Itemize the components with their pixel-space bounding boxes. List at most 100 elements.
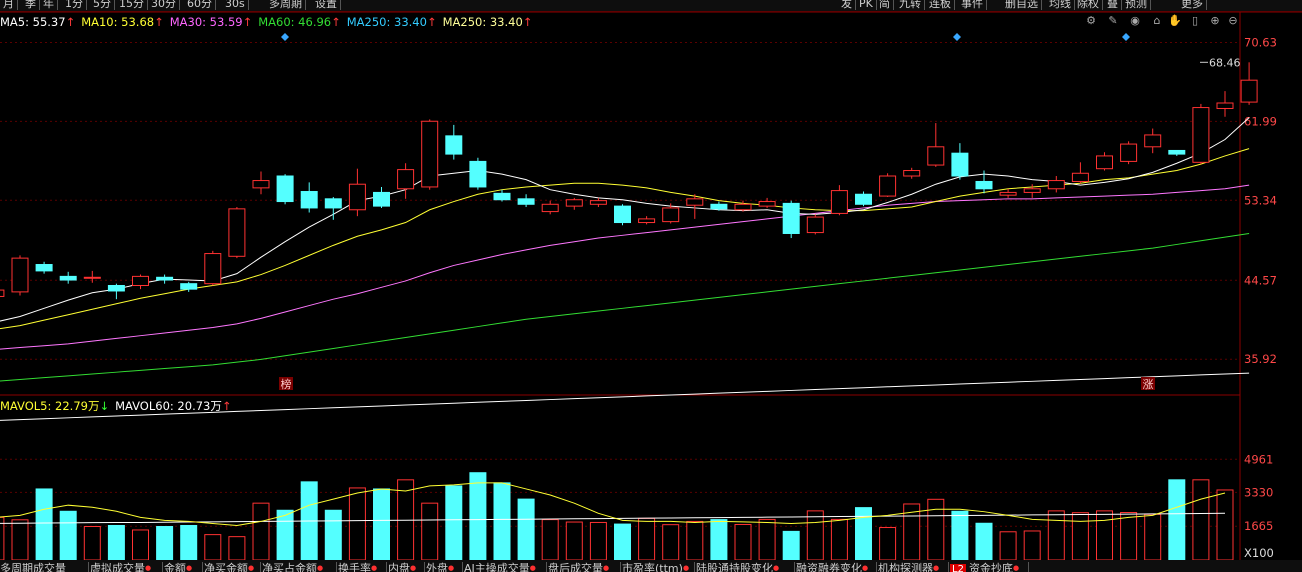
eye-icon[interactable]: ◉ — [1128, 14, 1142, 28]
volume-bar[interactable] — [1047, 510, 1065, 561]
hand-icon[interactable]: ✋ — [1168, 14, 1182, 28]
volume-bar[interactable] — [1144, 513, 1162, 561]
candle-body[interactable] — [855, 193, 872, 205]
candle-body[interactable] — [445, 135, 463, 155]
volume-bar[interactable] — [204, 534, 222, 561]
volume-bar[interactable] — [493, 482, 511, 561]
volume-bar[interactable] — [589, 521, 607, 561]
volume-bar[interactable] — [348, 487, 366, 561]
candle-body[interactable] — [782, 202, 800, 234]
candle-body[interactable] — [614, 205, 631, 224]
candlestick-chart[interactable]: 70.63 61.99 53.34 44.57 35.92 68.46 榜 涨 4961 3330… — [0, 0, 1302, 572]
candle-body[interactable] — [903, 170, 921, 177]
candle-body[interactable] — [204, 253, 222, 285]
candle-body[interactable] — [107, 285, 125, 292]
volume-bar[interactable] — [517, 498, 535, 561]
candle-body[interactable] — [565, 199, 583, 207]
candle-body[interactable] — [541, 203, 559, 213]
candle-body[interactable] — [1047, 180, 1065, 190]
candle-body[interactable] — [324, 198, 342, 209]
candle-body[interactable] — [228, 208, 246, 257]
volume-bar[interactable] — [686, 520, 704, 561]
candle-body[interactable] — [1023, 188, 1041, 193]
candle-body[interactable] — [1168, 149, 1186, 155]
lock-icon[interactable]: ⌂ — [1150, 14, 1164, 28]
indicator-tab[interactable]: 金额● — [164, 562, 203, 572]
candle-body[interactable] — [397, 169, 415, 190]
indicator-tab[interactable]: 陆股通持股变化● — [696, 562, 795, 572]
candle-body[interactable] — [421, 120, 439, 188]
candle-body[interactable] — [300, 191, 318, 209]
volume-bar[interactable] — [180, 524, 198, 561]
candle-body[interactable] — [348, 183, 366, 211]
indicator-tab[interactable]: 外盘● — [426, 562, 463, 572]
candle-body[interactable] — [156, 276, 174, 281]
volume-bar[interactable] — [879, 527, 897, 561]
candle-body[interactable] — [1096, 155, 1113, 170]
indicator-tab[interactable]: L2 资金抄底● — [950, 562, 1029, 572]
candle-body[interactable] — [1216, 102, 1234, 109]
volume-bar[interactable] — [1216, 489, 1234, 561]
candle-body[interactable] — [83, 276, 101, 279]
volume-bar[interactable] — [228, 536, 246, 561]
volume-bar[interactable] — [758, 518, 776, 561]
candle-body[interactable] — [589, 200, 607, 205]
indicator-tab[interactable]: 市盈率(ttm)● — [622, 562, 695, 572]
candle-body[interactable] — [1192, 107, 1210, 163]
volume-bar[interactable] — [662, 524, 680, 561]
volume-bar[interactable] — [951, 510, 969, 561]
candle-body[interactable] — [806, 216, 824, 234]
volume-bar[interactable] — [1120, 511, 1138, 561]
volume-bar[interactable] — [999, 531, 1017, 561]
candle-body[interactable] — [1240, 79, 1258, 103]
candle-body[interactable] — [999, 191, 1017, 196]
event-marker-icon[interactable] — [1122, 33, 1130, 41]
candle-body[interactable] — [180, 283, 198, 290]
settings-icon[interactable]: ⚙ — [1084, 14, 1098, 28]
candle-body[interactable] — [132, 275, 149, 286]
candle-body[interactable] — [517, 198, 535, 205]
volume-bar[interactable] — [156, 526, 174, 561]
indicator-tab[interactable]: AI主操成交量● — [464, 562, 547, 572]
zoom-out-icon[interactable]: ⊖ — [1226, 14, 1240, 28]
volume-bar[interactable] — [806, 510, 824, 561]
volume-bar[interactable] — [782, 530, 800, 561]
candle-body[interactable] — [830, 190, 848, 214]
draw-pen-icon[interactable]: ✎ — [1106, 14, 1120, 28]
candle-body[interactable] — [35, 264, 53, 272]
volume-bar[interactable] — [132, 529, 149, 561]
volume-bar[interactable] — [830, 518, 848, 561]
volume-bar[interactable] — [83, 526, 101, 561]
volume-bar[interactable] — [35, 488, 53, 561]
indicator-tab[interactable]: 净买金额● — [204, 562, 261, 572]
indicator-tab[interactable]: 融资融券变化● — [796, 562, 877, 572]
indicator-tab[interactable]: 净买占金额● — [262, 562, 337, 572]
volume-bar[interactable] — [1023, 530, 1041, 561]
volume-bar[interactable] — [11, 519, 29, 561]
volume-bar[interactable] — [1168, 479, 1186, 561]
volume-bar[interactable] — [855, 507, 872, 561]
zoom-in-icon[interactable]: ⊕ — [1208, 14, 1222, 28]
volume-bar[interactable] — [276, 509, 294, 561]
candle-body[interactable] — [1144, 134, 1162, 148]
candle-body[interactable] — [11, 257, 29, 293]
candle-body[interactable] — [59, 275, 77, 281]
volume-bar[interactable] — [421, 502, 439, 561]
volume-bar[interactable] — [469, 472, 487, 561]
candle-body[interactable] — [686, 198, 704, 206]
volume-bar[interactable] — [565, 521, 583, 561]
indicator-tab[interactable]: 机构探测器● — [878, 562, 949, 572]
indicator-tab[interactable]: 虚拟成交量● — [90, 562, 163, 572]
volume-bar[interactable] — [638, 517, 656, 561]
indicator-tab[interactable]: 内盘● — [388, 562, 425, 572]
candle-body[interactable] — [276, 175, 294, 203]
volume-bar[interactable] — [1096, 510, 1113, 561]
candle-body[interactable] — [0, 289, 5, 297]
volume-bar[interactable] — [975, 522, 993, 561]
volume-bar[interactable] — [710, 519, 728, 561]
candle-body[interactable] — [662, 207, 680, 223]
volume-bar[interactable] — [252, 502, 270, 561]
candle-body[interactable] — [638, 218, 656, 224]
volume-bar[interactable] — [324, 509, 342, 561]
candle-body[interactable] — [1071, 172, 1089, 182]
